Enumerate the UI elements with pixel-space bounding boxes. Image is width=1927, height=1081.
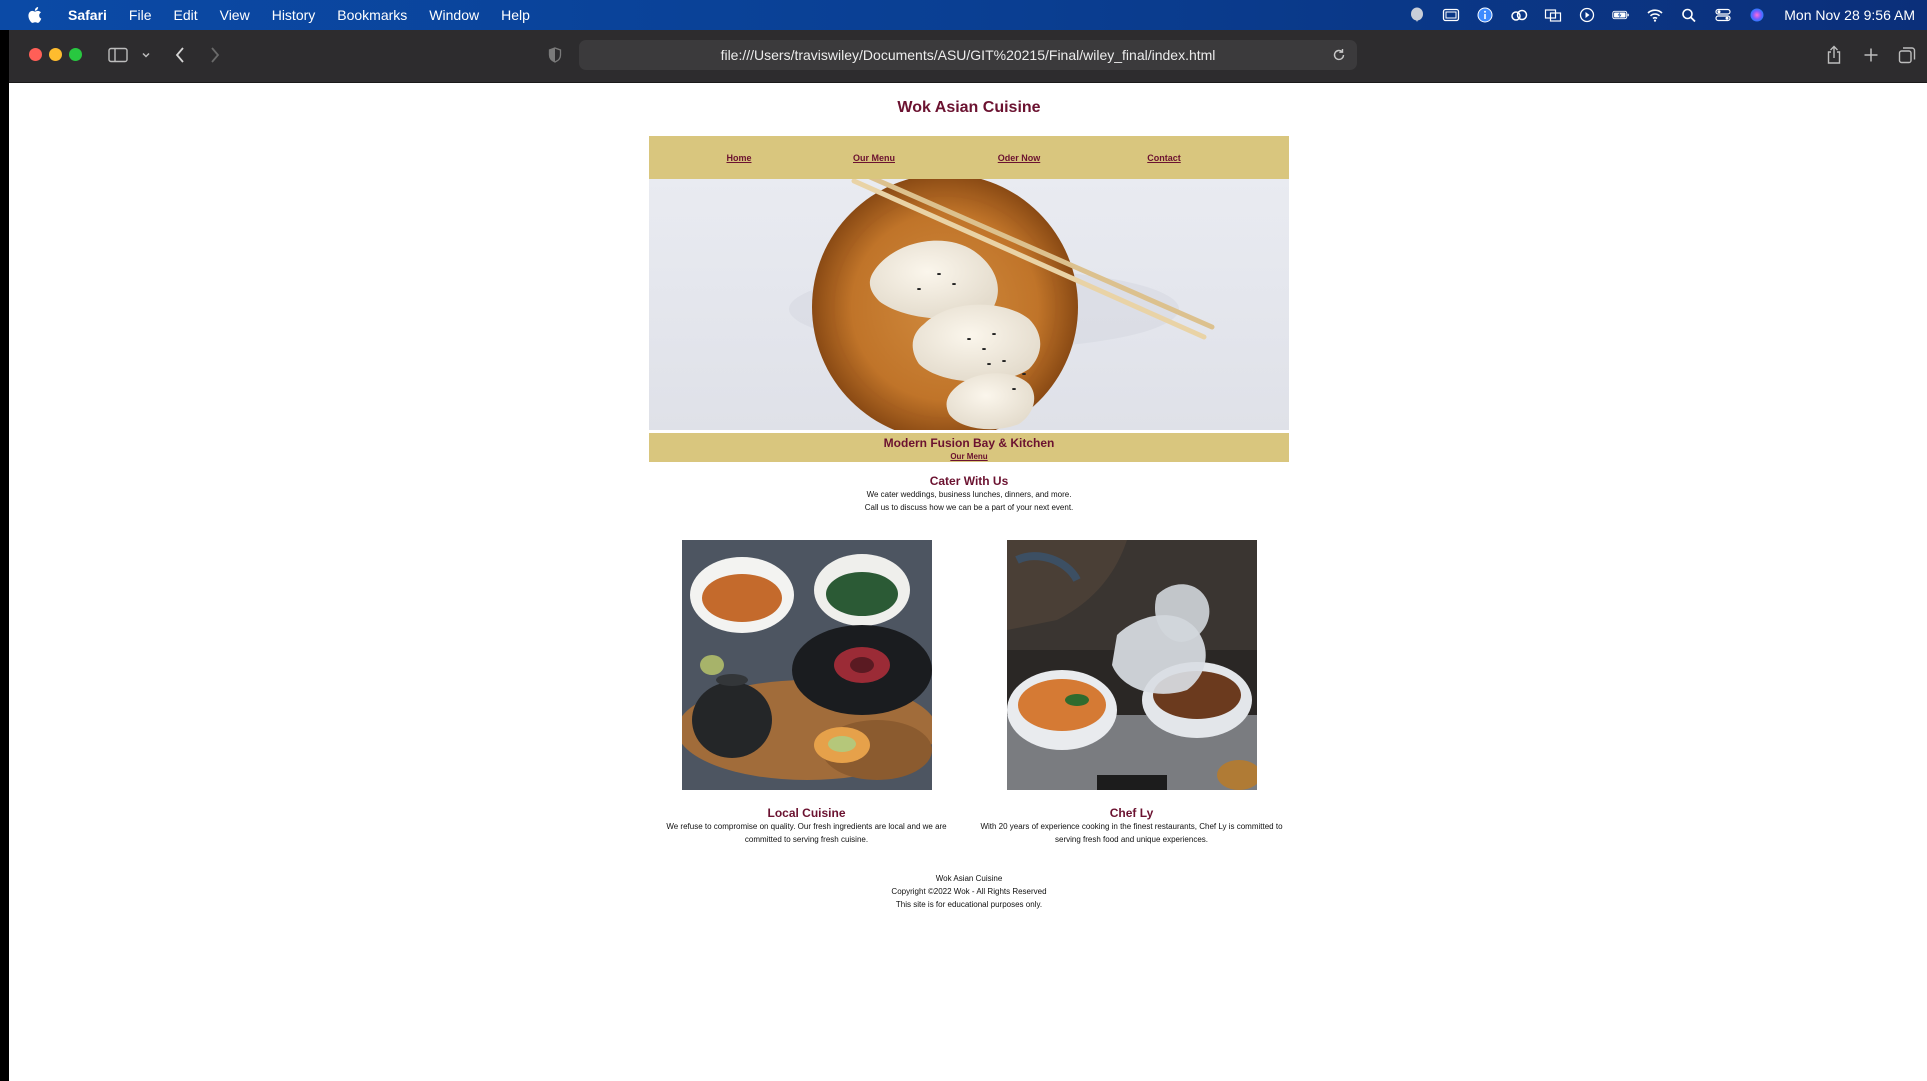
cater-heading: Cater With Us [929,474,1009,488]
chef-ly-photo [1006,540,1257,790]
page-viewport: Wok Asian Cuisine Home Our Menu Oder Now… [9,83,1927,1081]
banner-menu-link[interactable]: Our Menu [649,452,1289,461]
banner: Modern Fusion Bay & Kitchen Our Menu [649,433,1289,462]
back-button-icon[interactable] [172,44,188,66]
feature-cards: Local Cuisine We refuse to compromise on… [649,540,1289,846]
menu-history[interactable]: History [272,7,316,23]
site-title: Wok Asian Cuisine [897,99,1041,116]
address-bar[interactable]: file:///Users/traviswiley/Documents/ASU/… [579,40,1357,70]
local-cuisine-text: We refuse to compromise on quality. Our … [666,822,947,844]
creative-cloud-icon[interactable] [1510,7,1528,23]
reload-icon[interactable] [1331,47,1347,63]
hero-dumpling-image [649,179,1289,430]
apple-logo-icon[interactable] [26,6,44,24]
menu-file[interactable]: File [129,7,152,23]
menu-app-safari[interactable]: Safari [68,7,107,23]
sidebar-toggle-icon[interactable] [107,44,129,66]
new-tab-icon[interactable] [1862,44,1880,66]
play-icon[interactable] [1578,7,1596,23]
site-footer: Wok Asian Cuisine Copyright ©2022 Wok - … [649,872,1289,911]
menu-bar: Safari File Edit View History Bookmarks … [0,0,1927,30]
battery-icon[interactable] [1612,7,1630,23]
tab-overview-icon[interactable] [1897,44,1917,66]
wifi-icon[interactable] [1646,7,1664,23]
menu-help[interactable]: Help [501,7,530,23]
nav-link-our-menu[interactable]: Our Menu [789,153,959,163]
card-local-cuisine: Local Cuisine We refuse to compromise on… [649,540,964,846]
browser-toolbar: file:///Users/traviswiley/Documents/ASU/… [9,30,1927,83]
menu-view[interactable]: View [220,7,250,23]
forward-button-icon[interactable] [207,44,223,66]
control-center-icon[interactable] [1714,7,1732,23]
footer-line-1: Wok Asian Cuisine [935,874,1003,883]
cater-section: Cater With Us We cater weddings, busines… [649,474,1289,514]
zoom-window-button[interactable] [69,48,82,61]
display-icon[interactable] [1442,7,1460,23]
site-container: Wok Asian Cuisine Home Our Menu Oder Now… [649,83,1289,911]
close-window-button[interactable] [29,48,42,61]
cater-line-1: We cater weddings, business lunches, din… [866,490,1072,499]
address-bar-url: file:///Users/traviswiley/Documents/ASU/… [720,47,1216,63]
share-icon[interactable] [1825,44,1843,66]
site-nav: Home Our Menu Oder Now Contact [649,136,1289,179]
chef-ly-heading: Chef Ly [1109,806,1154,820]
privacy-shield-icon[interactable] [547,44,563,66]
screen-mirror-icon[interactable] [1544,7,1562,23]
search-icon[interactable] [1680,7,1698,23]
siri-icon[interactable] [1748,7,1766,23]
footer-line-2: Copyright ©2022 Wok - All Rights Reserve… [891,887,1047,896]
chevron-down-icon[interactable] [140,44,152,66]
minimize-window-button[interactable] [49,48,62,61]
card-chef-ly: Chef Ly With 20 years of experience cook… [974,540,1289,846]
cater-line-2: Call us to discuss how we can be a part … [864,503,1074,512]
footer-line-3: This site is for educational purposes on… [895,900,1043,909]
local-cuisine-heading: Local Cuisine [767,806,846,820]
menubar-clock[interactable]: Mon Nov 28 9:56 AM [1784,7,1915,23]
banner-title: Modern Fusion Bay & Kitchen [883,436,1055,450]
nav-link-contact[interactable]: Contact [1079,153,1249,163]
safari-window: file:///Users/traviswiley/Documents/ASU/… [9,30,1927,1081]
balloon-icon[interactable] [1408,7,1426,23]
menu-edit[interactable]: Edit [173,7,197,23]
menu-window[interactable]: Window [429,7,479,23]
chef-ly-text: With 20 years of experience cooking in t… [980,822,1283,844]
nav-link-order-now[interactable]: Oder Now [959,153,1079,163]
menu-bookmarks[interactable]: Bookmarks [337,7,407,23]
local-cuisine-photo [681,540,932,790]
nav-link-home[interactable]: Home [689,153,789,163]
info-icon[interactable] [1476,7,1494,23]
